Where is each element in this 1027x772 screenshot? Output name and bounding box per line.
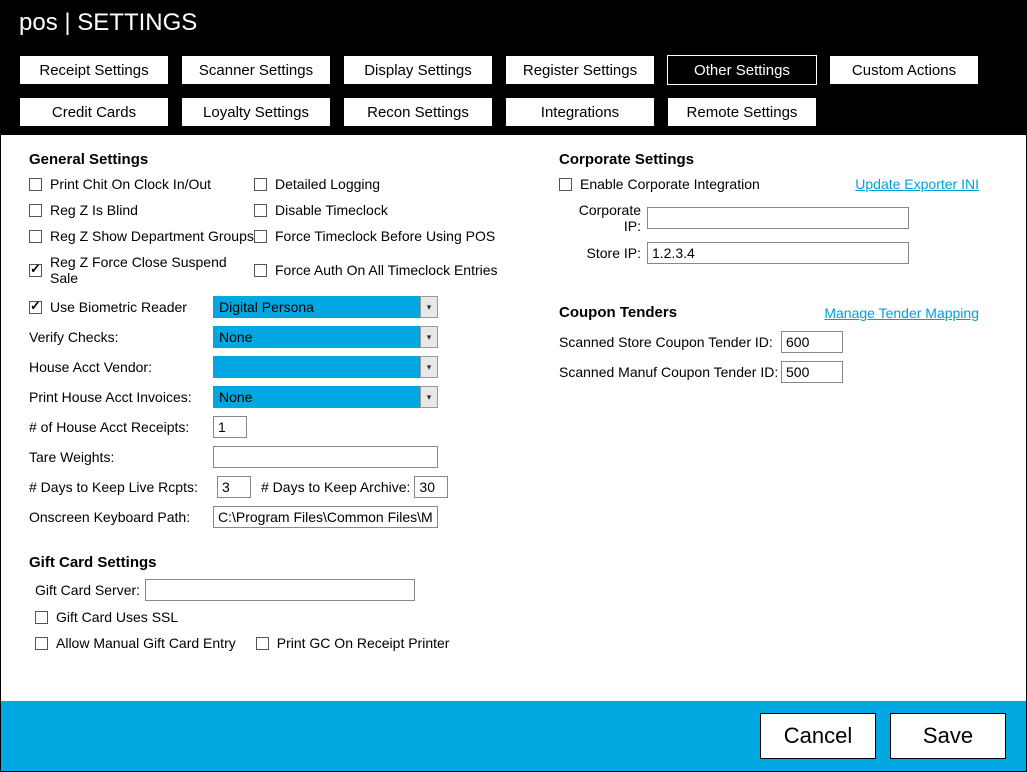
tab-remote-settings[interactable]: Remote Settings bbox=[667, 97, 817, 127]
chevron-down-icon: ▾ bbox=[420, 386, 438, 408]
checkbox-regz-blind[interactable] bbox=[29, 204, 42, 217]
input-days-live[interactable] bbox=[217, 476, 251, 498]
tab-credit-cards[interactable]: Credit Cards bbox=[19, 97, 169, 127]
tab-other-settings[interactable]: Other Settings bbox=[667, 55, 817, 85]
cancel-button[interactable]: Cancel bbox=[760, 713, 876, 759]
input-onscreen-keyboard[interactable] bbox=[213, 506, 438, 528]
label-regz-force-close: Reg Z Force Close Suspend Sale bbox=[50, 254, 254, 286]
select-house-vendor-value bbox=[213, 356, 420, 378]
checkbox-enable-corporate[interactable] bbox=[559, 178, 572, 191]
label-force-auth: Force Auth On All Timeclock Entries bbox=[275, 262, 498, 278]
label-days-live: # Days to Keep Live Rcpts: bbox=[29, 479, 213, 495]
label-detailed-logging: Detailed Logging bbox=[275, 176, 380, 192]
window-title: pos | SETTINGS bbox=[19, 9, 197, 37]
chevron-down-icon: ▾ bbox=[420, 356, 438, 378]
label-print-gc: Print GC On Receipt Printer bbox=[277, 635, 450, 651]
label-tare-weights: Tare Weights: bbox=[29, 449, 213, 465]
checkbox-regz-dept[interactable] bbox=[29, 230, 42, 243]
general-settings-title: General Settings bbox=[29, 151, 529, 168]
chevron-down-icon: ▾ bbox=[420, 296, 438, 318]
label-days-archive: # Days to Keep Archive: bbox=[261, 479, 410, 495]
input-tare-weights[interactable] bbox=[213, 446, 438, 468]
tab-custom-actions[interactable]: Custom Actions bbox=[829, 55, 979, 85]
checkbox-gift-card-ssl[interactable] bbox=[35, 611, 48, 624]
label-house-vendor: House Acct Vendor: bbox=[29, 359, 213, 375]
gift-card-settings-title: Gift Card Settings bbox=[29, 554, 529, 571]
input-days-archive[interactable] bbox=[414, 476, 448, 498]
link-manage-tender-mapping[interactable]: Manage Tender Mapping bbox=[824, 305, 979, 321]
label-disable-timeclock: Disable Timeclock bbox=[275, 202, 388, 218]
checkbox-print-gc[interactable] bbox=[256, 637, 269, 650]
input-gift-card-server[interactable] bbox=[145, 579, 415, 601]
input-num-receipts[interactable] bbox=[213, 416, 247, 438]
checkbox-regz-force-close[interactable] bbox=[29, 264, 42, 277]
label-gift-card-ssl: Gift Card Uses SSL bbox=[56, 609, 178, 625]
select-print-house[interactable]: None ▾ bbox=[213, 386, 438, 408]
label-print-house: Print House Acct Invoices: bbox=[29, 389, 213, 405]
chevron-down-icon: ▾ bbox=[420, 326, 438, 348]
tab-loyalty-settings[interactable]: Loyalty Settings bbox=[181, 97, 331, 127]
input-store-coupon-id[interactable] bbox=[781, 331, 843, 353]
input-corporate-ip[interactable] bbox=[647, 207, 909, 229]
checkbox-use-biometric[interactable] bbox=[29, 301, 42, 314]
checkbox-detailed-logging[interactable] bbox=[254, 178, 267, 191]
label-gift-card-server: Gift Card Server: bbox=[35, 582, 145, 598]
label-enable-corporate: Enable Corporate Integration bbox=[580, 176, 760, 192]
select-biometric-value: Digital Persona bbox=[213, 296, 420, 318]
checkbox-disable-timeclock[interactable] bbox=[254, 204, 267, 217]
checkbox-force-auth[interactable] bbox=[254, 264, 267, 277]
checkbox-print-chit[interactable] bbox=[29, 178, 42, 191]
coupon-tenders-title: Coupon Tenders bbox=[559, 304, 677, 321]
label-regz-blind: Reg Z Is Blind bbox=[50, 202, 138, 218]
select-verify-checks-value: None bbox=[213, 326, 420, 348]
label-print-chit: Print Chit On Clock In/Out bbox=[50, 176, 211, 192]
select-house-vendor[interactable]: ▾ bbox=[213, 356, 438, 378]
select-verify-checks[interactable]: None ▾ bbox=[213, 326, 438, 348]
checkbox-force-timeclock[interactable] bbox=[254, 230, 267, 243]
link-update-exporter-ini[interactable]: Update Exporter INI bbox=[855, 176, 979, 192]
label-num-receipts: # of House Acct Receipts: bbox=[29, 419, 213, 435]
tabs-row-1: Receipt Settings Scanner Settings Displa… bbox=[1, 45, 1026, 135]
input-store-ip[interactable] bbox=[647, 242, 909, 264]
tab-scanner-settings[interactable]: Scanner Settings bbox=[181, 55, 331, 85]
tab-integrations[interactable]: Integrations bbox=[505, 97, 655, 127]
select-print-house-value: None bbox=[213, 386, 420, 408]
label-verify-checks: Verify Checks: bbox=[29, 329, 213, 345]
label-force-timeclock: Force Timeclock Before Using POS bbox=[275, 228, 495, 244]
label-corporate-ip: Corporate IP: bbox=[559, 202, 641, 234]
label-store-coupon-id: Scanned Store Coupon Tender ID: bbox=[559, 334, 781, 350]
footer-bar: Cancel Save bbox=[1, 701, 1026, 771]
label-regz-dept: Reg Z Show Department Groups bbox=[50, 228, 254, 244]
corporate-settings-title: Corporate Settings bbox=[559, 151, 979, 168]
select-biometric-reader[interactable]: Digital Persona ▾ bbox=[213, 296, 438, 318]
checkbox-allow-manual-gc[interactable] bbox=[35, 637, 48, 650]
tab-display-settings[interactable]: Display Settings bbox=[343, 55, 493, 85]
save-button[interactable]: Save bbox=[890, 713, 1006, 759]
label-manuf-coupon-id: Scanned Manuf Coupon Tender ID: bbox=[559, 364, 781, 380]
window-title-bar: pos | SETTINGS bbox=[1, 1, 1026, 45]
label-onscreen-keyboard: Onscreen Keyboard Path: bbox=[29, 509, 213, 525]
label-store-ip: Store IP: bbox=[559, 245, 641, 261]
tab-register-settings[interactable]: Register Settings bbox=[505, 55, 655, 85]
input-manuf-coupon-id[interactable] bbox=[781, 361, 843, 383]
label-allow-manual-gc: Allow Manual Gift Card Entry bbox=[56, 635, 236, 651]
label-use-biometric: Use Biometric Reader bbox=[50, 299, 187, 315]
tab-receipt-settings[interactable]: Receipt Settings bbox=[19, 55, 169, 85]
tab-recon-settings[interactable]: Recon Settings bbox=[343, 97, 493, 127]
